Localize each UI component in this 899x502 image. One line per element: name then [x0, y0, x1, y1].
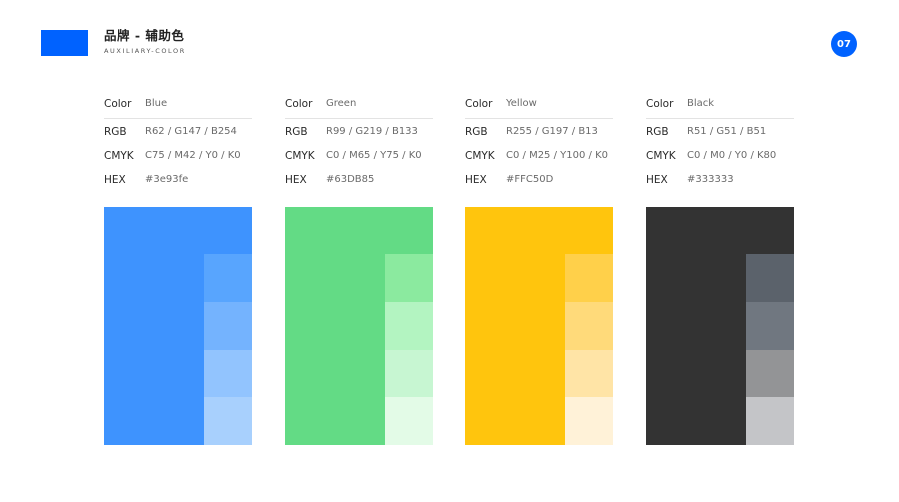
divider — [465, 118, 613, 119]
color-name-value: Black — [687, 98, 715, 109]
rgb-label: RGB — [285, 126, 308, 138]
rgb-value: R99 / G219 / B133 — [326, 126, 418, 137]
color-label: Color — [646, 98, 674, 110]
color-name-value: Green — [326, 98, 357, 109]
tint-swatch-3 — [204, 350, 252, 397]
tint-swatch-2 — [746, 302, 794, 350]
tint-swatch-1 — [746, 254, 794, 302]
cmyk-value: C0 / M65 / Y75 / K0 — [326, 150, 422, 161]
tint-swatch-2 — [565, 302, 613, 350]
tint-swatch-4 — [746, 397, 794, 445]
color-swatch-yellow — [465, 207, 613, 445]
color-name-value: Blue — [145, 98, 168, 109]
hex-label: HEX — [104, 174, 126, 186]
hex-label: HEX — [646, 174, 668, 186]
divider — [104, 118, 252, 119]
page-number-badge: 07 — [831, 31, 857, 57]
tint-swatch-1 — [204, 254, 252, 302]
color-swatch-black — [646, 207, 794, 445]
tint-swatch-4 — [204, 397, 252, 445]
hex-value: #3e93fe — [145, 174, 189, 185]
rgb-label: RGB — [465, 126, 488, 138]
hex-value: #FFC50D — [506, 174, 554, 185]
color-label: Color — [465, 98, 493, 110]
cmyk-label: CMYK — [104, 150, 134, 162]
cmyk-value: C75 / M42 / Y0 / K0 — [145, 150, 241, 161]
divider — [285, 118, 433, 119]
cmyk-value: C0 / M25 / Y100 / K0 — [506, 150, 608, 161]
rgb-value: R255 / G197 / B13 — [506, 126, 598, 137]
cmyk-label: CMYK — [285, 150, 315, 162]
rgb-label: RGB — [646, 126, 669, 138]
rgb-label: RGB — [104, 126, 127, 138]
color-label: Color — [285, 98, 313, 110]
divider — [646, 118, 794, 119]
tint-swatch-1 — [385, 254, 433, 302]
color-name-value: Yellow — [506, 98, 537, 109]
tint-swatch-2 — [204, 302, 252, 350]
hex-label: HEX — [465, 174, 487, 186]
cmyk-label: CMYK — [465, 150, 495, 162]
hex-value: #63DB85 — [326, 174, 375, 185]
color-label: Color — [104, 98, 132, 110]
cmyk-label: CMYK — [646, 150, 676, 162]
rgb-value: R51 / G51 / B51 — [687, 126, 767, 137]
tint-swatch-3 — [385, 350, 433, 397]
tint-swatch-4 — [385, 397, 433, 445]
color-swatch-green — [285, 207, 433, 445]
tint-swatch-3 — [565, 350, 613, 397]
hex-value: #333333 — [687, 174, 734, 185]
color-swatch-blue — [104, 207, 252, 445]
tint-swatch-4 — [565, 397, 613, 445]
tint-swatch-2 — [385, 302, 433, 350]
tint-swatch-1 — [565, 254, 613, 302]
page-title: 品牌 - 辅助色 — [104, 28, 185, 43]
brand-color-bar — [41, 30, 88, 56]
hex-label: HEX — [285, 174, 307, 186]
tint-swatch-3 — [746, 350, 794, 397]
rgb-value: R62 / G147 / B254 — [145, 126, 237, 137]
cmyk-value: C0 / M0 / Y0 / K80 — [687, 150, 777, 161]
page-subtitle: AUXILIARY-COLOR — [104, 47, 186, 55]
